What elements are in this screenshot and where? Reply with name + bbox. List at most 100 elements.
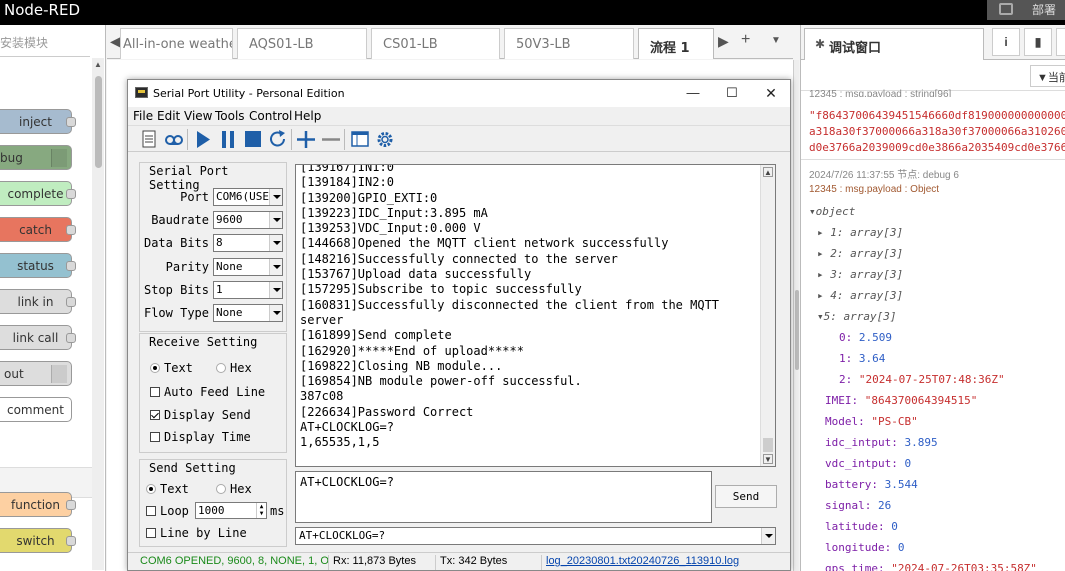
palette-node-function[interactable]: function <box>0 492 76 517</box>
new-file-icon[interactable] <box>138 129 160 150</box>
flow-type-select[interactable]: None <box>213 304 283 322</box>
record-icon[interactable] <box>163 129 185 150</box>
loop-checkbox[interactable]: Loop <box>146 504 189 518</box>
palette-node-link-in[interactable]: link in <box>0 289 76 314</box>
window-titlebar[interactable]: Serial Port Utility - Personal Edition —… <box>128 80 790 107</box>
send-history-select[interactable]: AT+CLOCKLOG=? <box>295 527 776 545</box>
filter-icon: ▼ <box>1037 72 1048 84</box>
minimize-icon[interactable]: — <box>683 83 703 103</box>
minus-icon[interactable] <box>320 129 342 150</box>
output-scrollbar[interactable]: ▲ ▼ <box>760 165 775 466</box>
data-bits-select[interactable]: 8 <box>213 234 283 252</box>
palette-search[interactable]: 安装模块 <box>0 25 90 57</box>
sidebar-tab-debug[interactable]: ✱ 调试窗口 <box>804 28 984 60</box>
add-tab-icon[interactable]: + <box>741 31 750 49</box>
tab-menu-chevron-down-icon[interactable]: ▼ <box>771 35 781 46</box>
palette-node-complete[interactable]: complete <box>0 181 76 206</box>
loop-interval-input[interactable]: 1000 ▲ ▼ <box>195 502 267 519</box>
tabs-scroll-right-icon[interactable]: ▶ <box>718 33 729 50</box>
output-scroll-thumb[interactable] <box>763 438 773 452</box>
refresh-icon[interactable] <box>267 129 289 150</box>
checkbox-icon <box>150 387 160 397</box>
palette-node-debug[interactable]: bug <box>0 145 72 170</box>
tab-50v3-lb[interactable]: 50V3-LB <box>504 28 634 59</box>
menu-view[interactable]: View <box>184 109 212 123</box>
stop-icon[interactable] <box>242 129 264 150</box>
pause-icon[interactable] <box>217 129 239 150</box>
menu-bar: File Edit View Tools Control Help <box>128 107 790 125</box>
output-line: [161899]Send complete <box>300 328 452 343</box>
parity-select[interactable]: None <box>213 258 283 276</box>
tree-field: latitude: 0 <box>825 520 898 533</box>
settings-gear-icon[interactable] <box>374 129 396 150</box>
debug-string-line: a318a30f37000066a318a30f37000066a310260 <box>809 125 1065 138</box>
send-input[interactable]: AT+CLOCKLOG=? <box>295 471 712 523</box>
group-title: Send Setting <box>149 461 236 475</box>
menu-file[interactable]: File <box>133 109 153 123</box>
app-header: Node-RED 部署 <box>0 0 1065 25</box>
toolbar-divider <box>291 129 292 150</box>
display-time-checkbox[interactable]: Display Time <box>150 430 251 444</box>
checkbox-icon <box>146 528 156 538</box>
auto-feed-line-checkbox[interactable]: Auto Feed Line <box>150 385 265 399</box>
palette-node-link-out[interactable]: out <box>0 361 72 386</box>
scroll-down-icon[interactable]: ▼ <box>763 454 773 464</box>
tree-value: 0: 2.509 <box>839 331 892 344</box>
radio-selected-icon <box>146 484 156 494</box>
info-icon[interactable]: i <box>992 28 1020 56</box>
data-bits-label: Data Bits <box>143 236 209 250</box>
palette-node-comment[interactable]: comment <box>0 397 72 422</box>
tab-cs01-lb[interactable]: CS01-LB <box>371 28 500 59</box>
play-icon[interactable] <box>192 129 214 150</box>
tab-flow-1[interactable]: 流程 1 <box>638 28 714 59</box>
tree-array-1[interactable]: ▸ 1: array[3] <box>817 226 1065 239</box>
link-out-icon <box>51 365 67 383</box>
tree-array-2[interactable]: ▸ 2: array[3] <box>817 247 1065 260</box>
palette-node-switch[interactable]: switch <box>0 528 76 553</box>
receive-hex-radio[interactable]: Hex <box>216 361 252 375</box>
log-file-link[interactable]: log_20230801.txt20240726_113910.log <box>542 555 742 570</box>
workspace-scrollbar[interactable] <box>793 60 799 571</box>
caret-right-icon: ▸ <box>817 289 831 302</box>
baudrate-select[interactable]: 9600 <box>213 211 283 229</box>
tree-array-3[interactable]: ▸ 3: array[3] <box>817 268 1065 281</box>
palette-scrollbar[interactable]: ▲ <box>92 58 104 570</box>
spinner-arrows-icon[interactable]: ▲ ▼ <box>256 503 266 518</box>
tree-array-4[interactable]: ▸ 4: array[3] <box>817 289 1065 302</box>
menu-edit[interactable]: Edit <box>157 109 180 123</box>
scroll-up-icon[interactable]: ▲ <box>94 60 102 69</box>
window-layout-icon[interactable] <box>349 129 371 150</box>
palette-node-catch[interactable]: catch <box>0 217 76 242</box>
port-select[interactable]: COM6(USE <box>213 188 283 206</box>
debug-timestamp: 2024/7/26 11:37:55 节点: debug 6 <box>809 170 959 181</box>
palette-scroll-thumb[interactable] <box>95 76 102 168</box>
send-button[interactable]: Send <box>715 485 777 508</box>
palette-node-inject[interactable]: inject <box>0 109 76 134</box>
receive-text-radio[interactable]: Text <box>150 361 193 375</box>
palette-node-status[interactable]: status <box>0 253 76 278</box>
scroll-up-icon[interactable]: ▲ <box>763 167 773 177</box>
menu-control[interactable]: Control <box>249 109 292 123</box>
send-hex-radio[interactable]: Hex <box>216 482 252 496</box>
tree-array-5[interactable]: ▾5: array[3] <box>817 310 1065 323</box>
close-icon[interactable]: ✕ <box>761 83 781 103</box>
receive-output[interactable]: [139167]IN1:0 [139184]IN2:0 [139200]GPIO_E… <box>295 164 776 467</box>
send-text-radio[interactable]: Text <box>146 482 189 496</box>
line-by-line-checkbox[interactable]: Line by Line <box>146 526 247 540</box>
menu-tools[interactable]: Tools <box>215 109 245 123</box>
palette-node-link-call[interactable]: link call <box>0 325 76 350</box>
sidebar-more-icon[interactable] <box>1056 28 1065 56</box>
tree-root[interactable]: ▾object <box>809 205 1065 218</box>
tree-field: signal: 26 <box>825 499 892 512</box>
tab-all-in-one-weather[interactable]: All-in-one weather s <box>120 28 233 59</box>
book-icon[interactable]: ▮ <box>1024 28 1052 56</box>
plus-icon[interactable] <box>295 129 317 150</box>
display-send-checkbox[interactable]: Display Send <box>150 408 251 422</box>
stop-bits-select[interactable]: 1 <box>213 281 283 299</box>
maximize-icon[interactable]: ☐ <box>722 83 742 103</box>
workspace-scroll-thumb[interactable] <box>795 290 799 370</box>
debug-filter-button[interactable]: ▼当前 <box>1030 65 1065 87</box>
tab-aqs01-lb[interactable]: AQS01-LB <box>237 28 367 59</box>
deploy-button[interactable]: 部署 <box>987 0 1065 20</box>
menu-help[interactable]: Help <box>294 109 321 123</box>
